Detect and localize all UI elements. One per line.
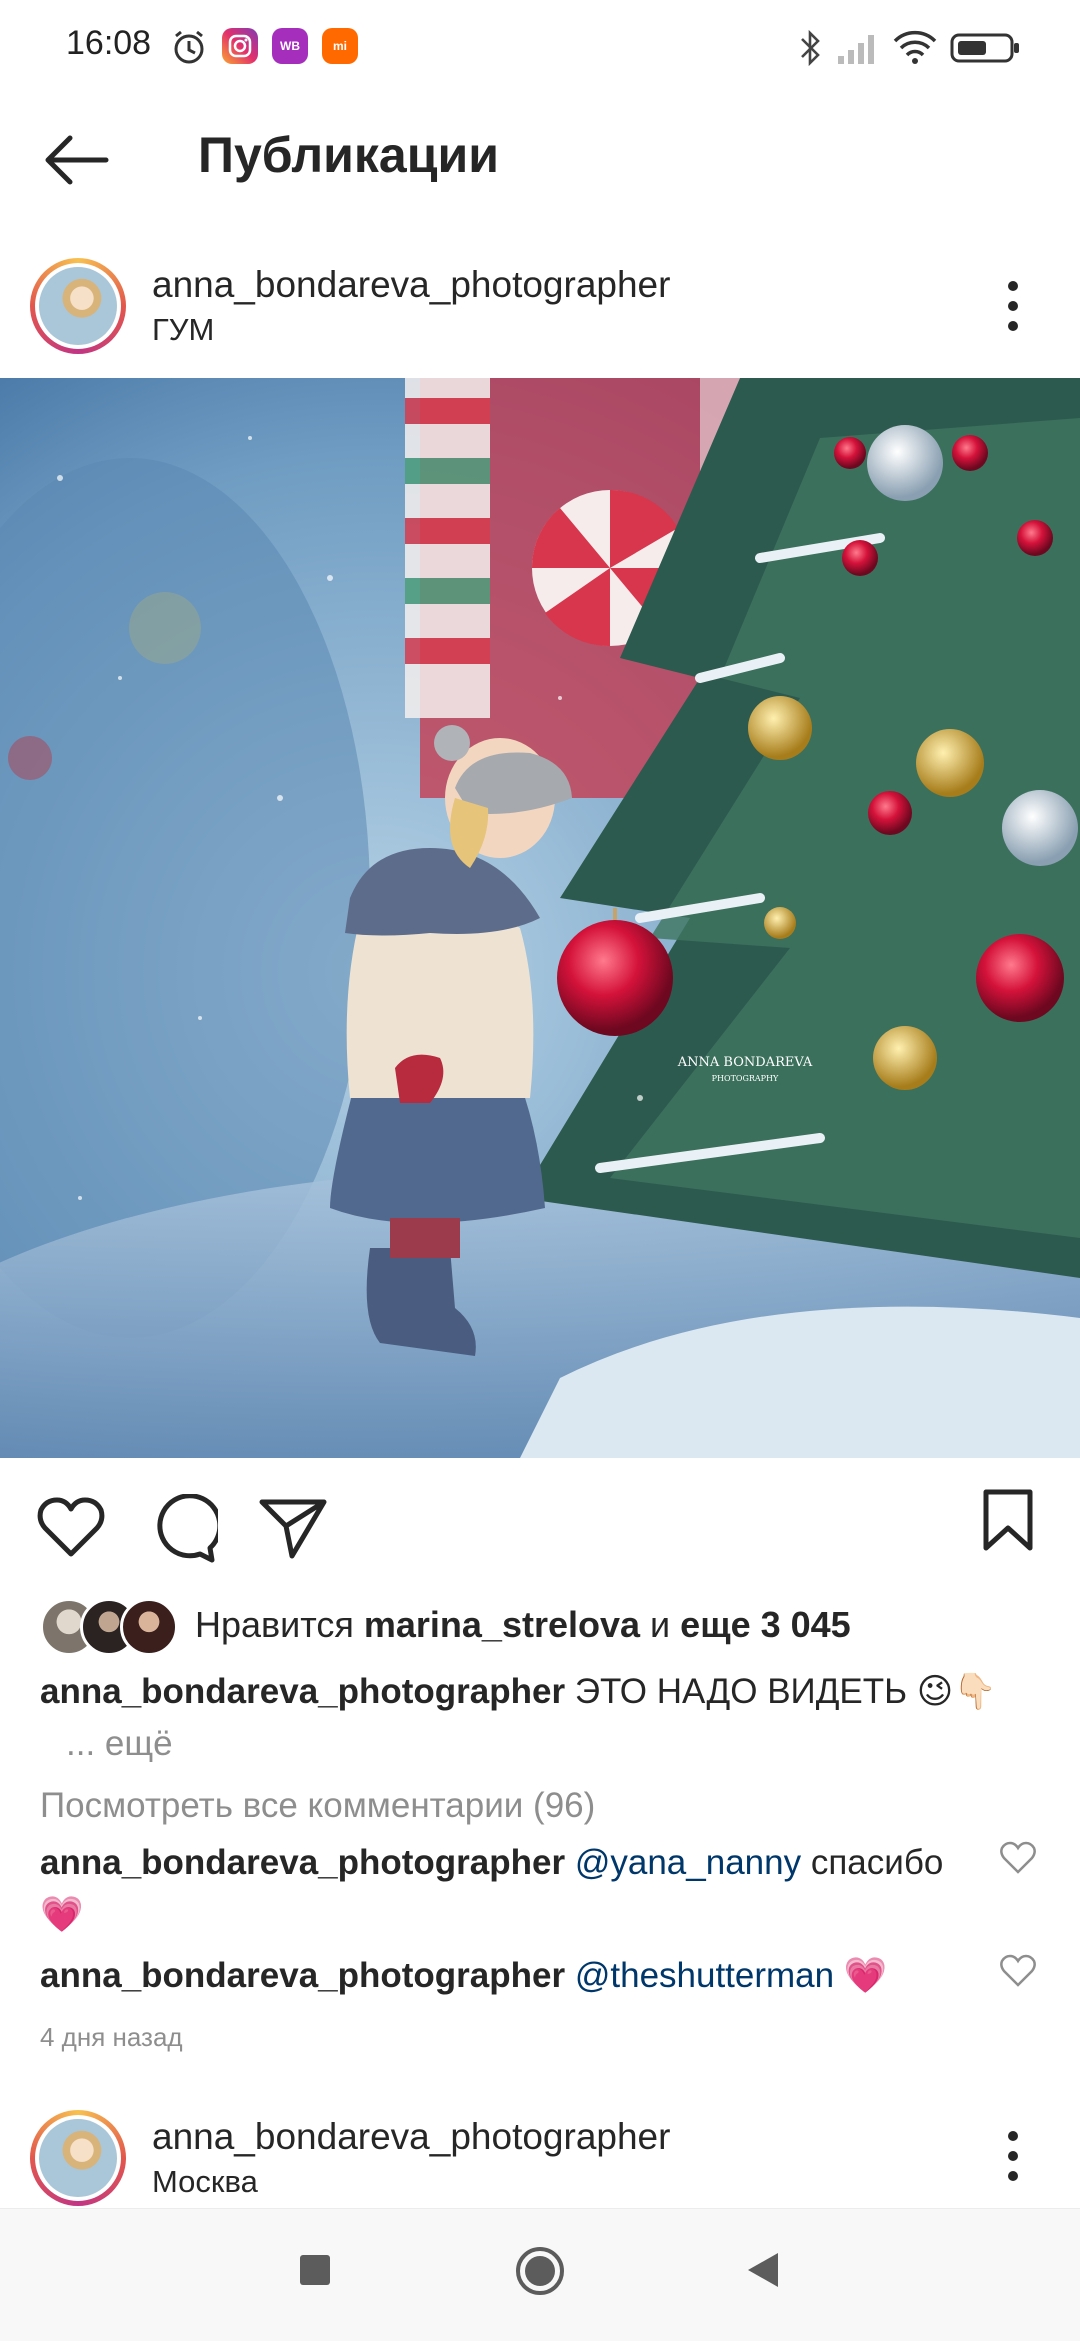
signal-icon: [836, 30, 880, 66]
page-title: Публикации: [198, 127, 499, 183]
post-author[interactable]: anna_bondareva_photographer: [152, 264, 670, 306]
more-vertical-icon: [1008, 281, 1018, 331]
share-button[interactable]: [258, 1496, 328, 1560]
battery-icon: [950, 32, 1022, 64]
heart-icon: [37, 1497, 105, 1557]
heart-icon: [1000, 1841, 1036, 1874]
comment-like-button[interactable]: [998, 1838, 1038, 1878]
watermark-line1: ANNA BONDAREVA: [677, 1055, 813, 1070]
liker-avatar: [120, 1598, 178, 1656]
bookmark-icon: [983, 1489, 1033, 1551]
save-button[interactable]: [980, 1488, 1036, 1554]
like-button[interactable]: [36, 1494, 106, 1560]
avatar[interactable]: [30, 2110, 126, 2206]
more-vertical-icon: [1008, 2131, 1018, 2181]
wildberries-icon: WB: [272, 28, 308, 64]
status-time: 16:08: [66, 24, 152, 62]
bluetooth-icon: [796, 28, 824, 68]
next-post-more-button[interactable]: [983, 2118, 1043, 2198]
arrow-left-icon: [45, 135, 109, 185]
more-options-button[interactable]: [983, 268, 1043, 348]
likes-count[interactable]: еще 3 045: [680, 1604, 851, 1645]
mi-icon: mi: [322, 28, 358, 64]
system-back-button[interactable]: [742, 2249, 782, 2291]
comment-item: anna_bondareva_photographer @theshutterm…: [40, 1956, 888, 1995]
avatar[interactable]: [30, 258, 126, 354]
back-button[interactable]: [40, 120, 120, 200]
next-post-location[interactable]: Москва: [152, 2164, 258, 2200]
caption-more-link[interactable]: ... ещё: [66, 1718, 173, 1770]
comment-username[interactable]: anna_bondareva_photographer: [40, 1956, 565, 1995]
post-location[interactable]: ГУМ: [152, 312, 214, 348]
post-time: 4 дня назад: [40, 2022, 183, 2052]
watermark-line2: PHOTOGRAPHY: [712, 1074, 779, 1083]
alarm-icon: [170, 28, 208, 66]
post-photo[interactable]: ANNA BONDAREVA PHOTOGRAPHY: [0, 378, 1080, 1458]
square-icon: [300, 2255, 330, 2285]
view-all-comments-link[interactable]: Посмотреть все комментарии (96): [40, 1780, 595, 1832]
comment-like-button[interactable]: [998, 1951, 1038, 1991]
comment-username[interactable]: anna_bondareva_photographer: [40, 1843, 565, 1882]
avatar-image: [39, 2119, 117, 2197]
next-post-author[interactable]: anna_bondareva_photographer: [152, 2116, 670, 2158]
recents-button[interactable]: [297, 2252, 333, 2288]
instagram-icon: [222, 28, 258, 64]
comment-item: anna_bondareva_photographer @yana_nanny …: [40, 1843, 944, 1934]
comment-button[interactable]: [148, 1493, 223, 1564]
wifi-icon: [892, 28, 938, 66]
system-nav-bar: [0, 2208, 1080, 2341]
comment-mention[interactable]: @yana_nanny: [575, 1843, 801, 1882]
post-caption: anna_bondareva_photographer ЭТО НАДО ВИД…: [40, 1666, 1040, 1718]
circle-icon: [516, 2247, 564, 2295]
triangle-back-icon: [748, 2253, 778, 2287]
caption-text: ЭТО НАДО ВИДЕТЬ 😉👇🏻: [574, 1672, 997, 1711]
caption-username[interactable]: anna_bondareva_photographer: [40, 1672, 565, 1711]
likes-row[interactable]: Нравится marina_strelova и еще 3 045: [40, 1598, 1040, 1658]
likes-text: Нравится marina_strelova и еще 3 045: [195, 1604, 851, 1645]
status-bar: 16:08 WB mi: [0, 0, 1080, 96]
comment-icon: [157, 1493, 223, 1563]
liker-username[interactable]: marina_strelova: [364, 1604, 640, 1645]
avatar-image: [39, 267, 117, 345]
heart-icon: [1000, 1954, 1036, 1987]
comment-mention[interactable]: @theshutterman: [575, 1956, 834, 1995]
home-button[interactable]: [514, 2245, 566, 2297]
send-icon: [259, 1499, 327, 1559]
